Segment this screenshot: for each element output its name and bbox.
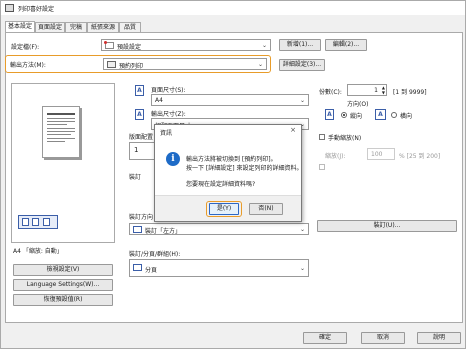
binding-icon xyxy=(133,226,142,233)
profile-select[interactable]: 預設設定 ⌄ xyxy=(101,39,271,51)
output-method-label: 輸出方法(M): xyxy=(10,62,46,69)
chevron-down-icon: ⌄ xyxy=(299,97,305,104)
output-method-select[interactable]: 預約列印 ⌄ xyxy=(103,58,267,70)
copies-value: 1 xyxy=(374,87,378,94)
dialog-message-line2: 按一下 [詳細設定] 來設定列印的詳細資料。 xyxy=(186,165,303,172)
sort-value: 分頁 xyxy=(145,267,158,274)
profile-value: 預設設定 xyxy=(117,44,142,51)
printer-icon xyxy=(5,4,14,12)
spinner-arrows-icon[interactable]: ▲ ▼ xyxy=(382,85,385,95)
output-method-value: 預約列印 xyxy=(119,63,144,70)
collate-icon xyxy=(133,264,142,271)
page-size-label: 頁面尺寸(S): xyxy=(151,87,186,94)
sort-select[interactable]: 分頁 ⌄ xyxy=(129,259,309,277)
dialog-question: 您要現在設定詳細資料嗎? xyxy=(186,181,256,188)
output-size-label: 輸出尺寸(Z): xyxy=(151,111,186,118)
manual-scale-checkbox[interactable] xyxy=(319,134,325,140)
title-bar: 列印喜好設定 xyxy=(1,1,465,15)
scale-value: 100 xyxy=(371,151,383,158)
landscape-radio[interactable] xyxy=(391,112,397,118)
page-preview xyxy=(11,83,115,243)
profile-icon xyxy=(104,41,114,49)
chevron-down-icon: ⌄ xyxy=(261,42,267,49)
window-title: 列印喜好設定 xyxy=(18,6,55,13)
view-settings-button[interactable]: 檢視設定(V) xyxy=(13,264,113,276)
copies-label: 份數(C): xyxy=(319,89,342,96)
page-size-select[interactable]: A4 ⌄ xyxy=(151,94,309,106)
edit-profile-button[interactable]: 編輯(2)... xyxy=(325,39,367,51)
copies-range: [1 到 9999] xyxy=(393,89,427,96)
cancel-button[interactable]: 取消 xyxy=(361,332,405,344)
close-icon[interactable]: × xyxy=(290,126,296,134)
layout-icon: 1 xyxy=(134,146,139,154)
details-button[interactable]: 詳細設定(3)... xyxy=(279,59,325,71)
portrait-label: 縱向 xyxy=(350,113,363,120)
binding-label: 裝訂 xyxy=(129,174,142,181)
scale-range: % [25 到 200] xyxy=(399,153,441,160)
add-profile-button[interactable]: 新增(1)... xyxy=(279,39,321,51)
chevron-down-icon: ⌄ xyxy=(299,226,305,233)
scale-input[interactable]: 100 xyxy=(367,148,395,160)
binding-direction-label: 裝訂方向 xyxy=(129,214,154,221)
binding-button[interactable]: 裝訂(U)... xyxy=(317,220,457,232)
output-size-icon: A xyxy=(135,109,144,120)
orientation-label: 方向(O) xyxy=(347,101,369,108)
layout-label: 版面配置 xyxy=(129,134,154,141)
dialog-message-line1: 輸出方法將被切換到 [預約列印]。 xyxy=(186,156,277,163)
scale-label: 縮放(J): xyxy=(325,153,346,160)
page-size-icon: A xyxy=(135,85,144,96)
yes-button[interactable]: 是(Y) xyxy=(209,203,239,215)
dialog-button-bar: 是(Y) 否(N) xyxy=(155,195,301,221)
landscape-label: 橫向 xyxy=(400,113,413,120)
portrait-radio[interactable] xyxy=(341,112,347,118)
profile-label: 設定檔(F): xyxy=(11,44,40,51)
restore-defaults-button[interactable]: 恢復預設值(R) xyxy=(13,294,113,306)
help-button[interactable]: 說明 xyxy=(417,332,461,344)
info-icon: i xyxy=(166,152,180,166)
preview-caption: A4 「縮放: 自動」 xyxy=(13,248,63,255)
info-dialog: 資訊 × i 輸出方法將被切換到 [預約列印]。 按一下 [詳細設定] 來設定列… xyxy=(154,124,303,222)
chevron-down-icon: ⌄ xyxy=(299,265,305,272)
page-size-value: A4 xyxy=(155,97,163,104)
language-settings-button[interactable]: Language Settings(W)... xyxy=(13,279,113,291)
binding-select[interactable]: 裝訂「左方」 ⌄ xyxy=(129,223,309,235)
no-button[interactable]: 否(N) xyxy=(249,203,283,215)
dialog-title: 資訊 xyxy=(160,130,173,137)
sort-label: 裝訂/分頁/群組(H): xyxy=(129,251,181,258)
view-mode-icons[interactable] xyxy=(18,215,58,229)
binding-value: 裝訂「左方」 xyxy=(145,228,182,235)
printer-icon xyxy=(107,61,116,68)
portrait-icon: A xyxy=(325,109,334,120)
chevron-down-icon: ⌄ xyxy=(257,61,263,68)
copies-input[interactable]: 1 ▲ ▼ xyxy=(347,84,387,96)
landscape-icon: A xyxy=(375,109,386,120)
ok-button[interactable]: 確定 xyxy=(303,332,347,344)
center-checkbox[interactable] xyxy=(319,164,325,170)
manual-scale-label: 手動縮放(N) xyxy=(328,135,362,142)
preview-page xyxy=(42,106,80,158)
